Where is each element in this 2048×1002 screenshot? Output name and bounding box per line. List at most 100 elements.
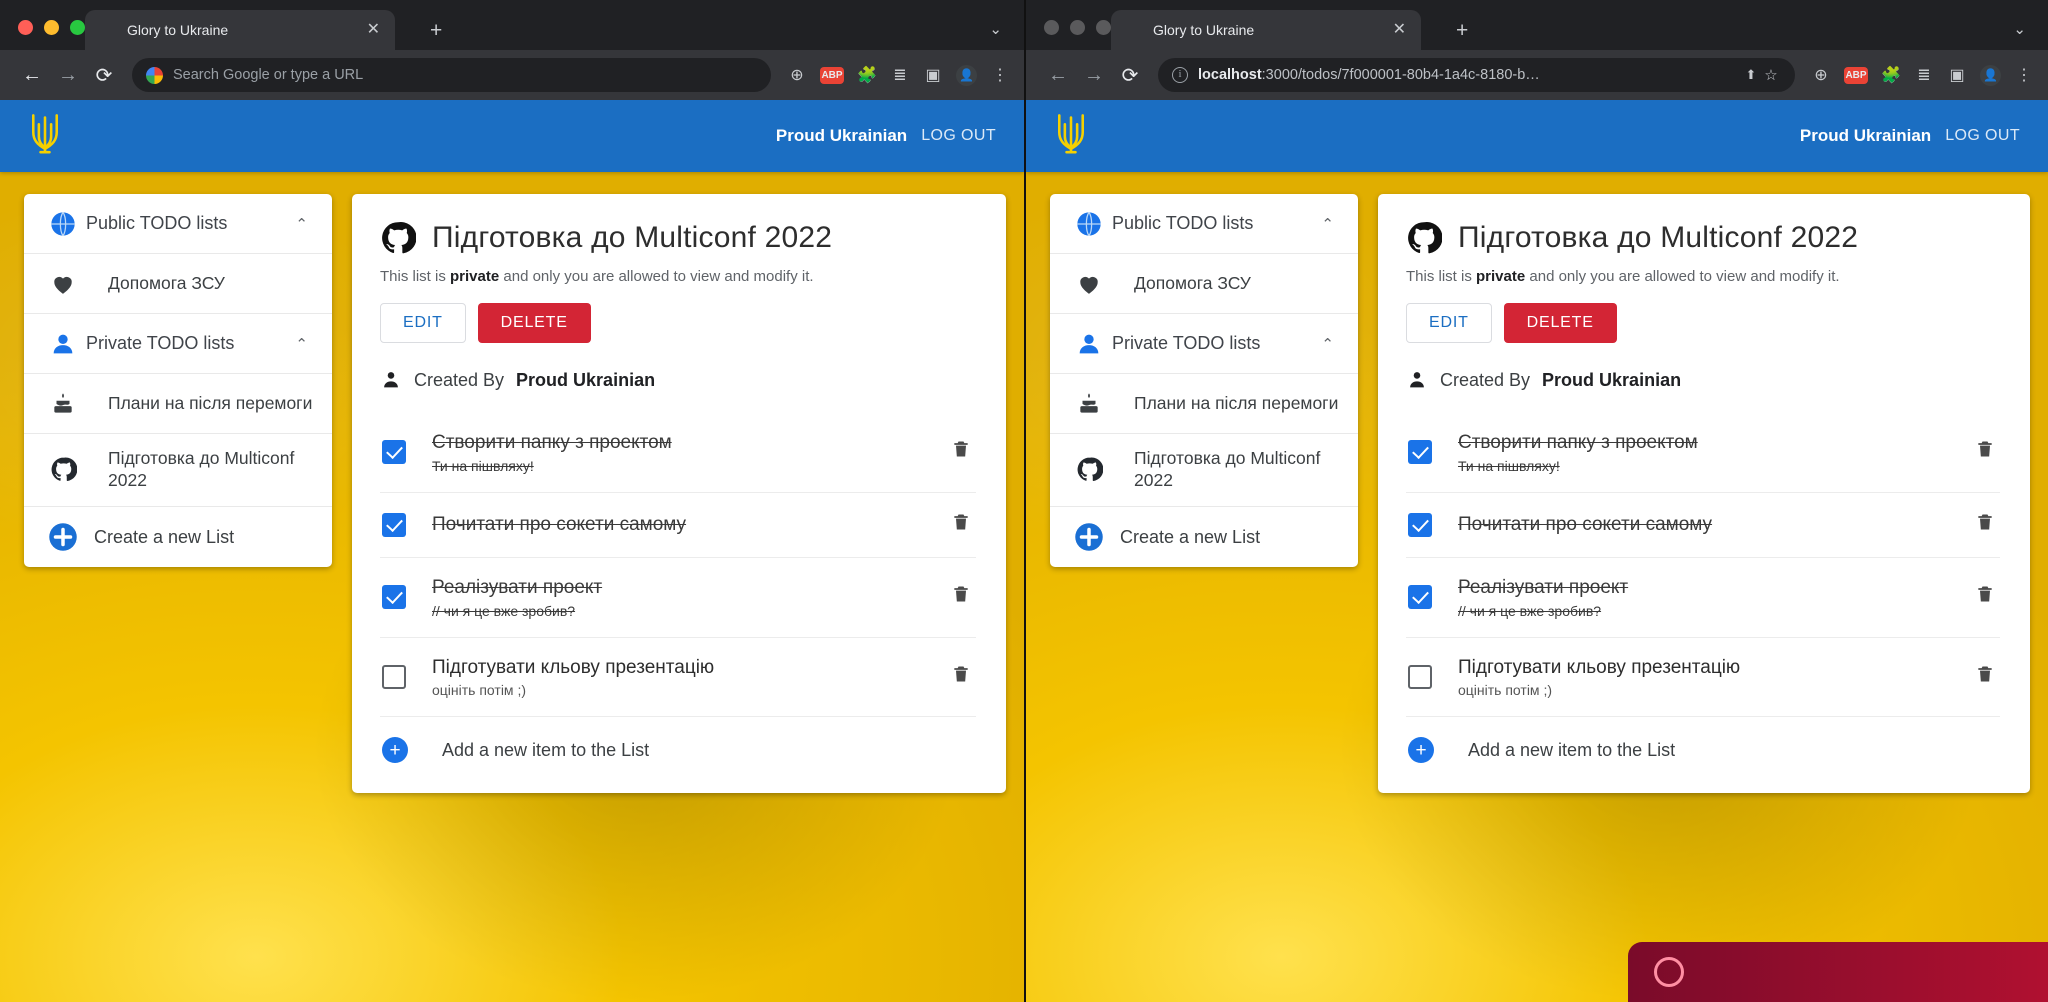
todo-item[interactable]: Створити папку з проектом Ти на пішвляху… — [1406, 413, 2000, 493]
adblock-icon[interactable]: ABP — [820, 66, 844, 84]
sidebar-item-pidhotovka-multiconf[interactable]: Підготовка до Multiconf 2022 — [24, 434, 332, 507]
todo-item[interactable]: Створити папку з проектом Ти на пішвляху… — [380, 413, 976, 493]
trash-icon[interactable] — [1972, 438, 1998, 466]
close-window-button[interactable] — [1044, 20, 1059, 35]
logout-button[interactable]: LOG OUT — [1945, 127, 2020, 145]
list-actions: EDIT DELETE — [1406, 303, 2000, 343]
site-info-icon[interactable]: i — [1172, 67, 1188, 83]
reload-button[interactable]: ⟳ — [86, 63, 122, 88]
chevron-up-icon[interactable]: ⌃ — [1313, 215, 1342, 233]
chevron-up-icon[interactable]: ⌃ — [287, 335, 316, 353]
address-bar[interactable]: Search Google or type a URL — [132, 58, 771, 92]
bookmark-star-icon[interactable]: ☆ — [1761, 66, 1781, 84]
logout-button[interactable]: LOG OUT — [921, 127, 996, 145]
todo-note: Ти на пішвляху! — [1458, 457, 1560, 474]
trash-icon[interactable] — [1972, 663, 1998, 691]
browser-tab[interactable]: Glory to Ukraine ✕ — [1111, 10, 1421, 50]
back-button[interactable]: ← — [1040, 64, 1076, 87]
new-tab-button[interactable]: + — [1456, 20, 1468, 41]
maximize-window-button[interactable] — [70, 20, 85, 35]
create-new-list-button[interactable]: Create a new List — [1050, 507, 1358, 567]
close-tab-button[interactable]: ✕ — [364, 22, 383, 38]
sidebar-item-dopomoha-zsu[interactable]: Допомога ЗСУ — [1050, 254, 1358, 314]
edit-button[interactable]: EDIT — [1406, 303, 1492, 343]
chevron-up-icon[interactable]: ⌃ — [287, 215, 316, 233]
side-panel-icon[interactable]: ▣ — [923, 65, 943, 85]
add-new-item-button[interactable]: + Add a new item to the List — [380, 717, 976, 767]
add-new-item-button[interactable]: + Add a new item to the List — [1406, 717, 2000, 767]
extensions-puzzle-icon[interactable]: 🧩 — [857, 65, 877, 85]
maximize-window-button[interactable] — [1096, 20, 1111, 35]
sidebar-item-public-lists[interactable]: Public TODO lists ⌃ — [24, 194, 332, 254]
trash-icon[interactable] — [1972, 511, 1998, 539]
globe-icon[interactable]: ⊕ — [787, 65, 807, 85]
profile-avatar-icon[interactable]: 👤 — [1980, 64, 2001, 86]
close-tab-button[interactable]: ✕ — [1390, 22, 1409, 38]
delete-button[interactable]: DELETE — [477, 303, 591, 343]
sidebar-item-private-lists[interactable]: Private TODO lists ⌃ — [24, 314, 332, 374]
url-path: :3000/todos/7f000001-80b4-1a4c-8180-b… — [1261, 67, 1540, 83]
window-controls-left[interactable] — [18, 20, 85, 35]
create-new-list-button[interactable]: Create a new List — [24, 507, 332, 567]
todo-text: Почитати про сокети самому — [1458, 513, 1713, 535]
minimize-window-button[interactable] — [1070, 20, 1085, 35]
back-button[interactable]: ← — [14, 64, 50, 87]
ukraine-flag-favicon — [1123, 23, 1143, 37]
side-panel-icon[interactable]: ▣ — [1947, 65, 1967, 85]
todo-checkbox[interactable] — [1408, 440, 1432, 465]
todo-note: Ти на пішвляху! — [432, 457, 534, 474]
sidebar-item-plany-na-pislia-peremohy[interactable]: Плани на після перемоги — [24, 374, 332, 434]
create-new-list-label: Create a new List — [1120, 526, 1261, 547]
created-by-row: Created By Proud Ukrainian — [380, 369, 976, 391]
todo-item[interactable]: Реалізувати проект // чи я це вже зробив… — [1406, 558, 2000, 638]
browser-menu-icon[interactable]: ⋮ — [990, 65, 1010, 85]
close-window-button[interactable] — [18, 20, 33, 35]
person-icon — [1066, 330, 1112, 358]
profile-avatar-icon[interactable]: 👤 — [956, 64, 977, 86]
sidebar-item-plany-na-pislia-peremohy[interactable]: Плани на після перемоги — [1050, 374, 1358, 434]
reading-list-icon[interactable]: ≣ — [1914, 65, 1934, 85]
extensions-puzzle-icon[interactable]: 🧩 — [1881, 65, 1901, 85]
todo-checkbox[interactable] — [382, 512, 406, 537]
chevron-up-icon[interactable]: ⌃ — [1313, 335, 1342, 353]
todo-item[interactable]: Почитати про сокети самому — [1406, 493, 2000, 558]
browser-tab[interactable]: Glory to Ukraine ✕ — [85, 10, 395, 50]
heart-icon — [1066, 271, 1112, 297]
notification-popup[interactable] — [1628, 942, 2048, 1002]
sidebar-item-public-lists[interactable]: Public TODO lists ⌃ — [1050, 194, 1358, 254]
sidebar-item-pidhotovka-multiconf[interactable]: Підготовка до Multiconf 2022 — [1050, 434, 1358, 507]
todo-checkbox[interactable] — [382, 585, 406, 610]
todo-item[interactable]: Підготувати кльову презентацію оцініть п… — [1406, 638, 2000, 718]
new-tab-button[interactable]: + — [430, 20, 442, 41]
trash-icon[interactable] — [1972, 583, 1998, 611]
trash-icon[interactable] — [948, 663, 974, 691]
trash-icon[interactable] — [948, 438, 974, 466]
todo-item[interactable]: Почитати про сокети самому — [380, 493, 976, 558]
forward-button[interactable]: → — [50, 64, 86, 87]
sidebar-item-private-lists[interactable]: Private TODO lists ⌃ — [1050, 314, 1358, 374]
todo-item[interactable]: Реалізувати проект // чи я це вже зробив… — [380, 558, 976, 638]
sidebar-item-dopomoha-zsu[interactable]: Допомога ЗСУ — [24, 254, 332, 314]
todo-checkbox[interactable] — [1408, 512, 1432, 537]
trash-icon[interactable] — [948, 583, 974, 611]
share-icon[interactable]: ⬆ — [1741, 67, 1761, 83]
chevron-down-icon[interactable]: ⌄ — [2013, 20, 2026, 38]
trash-icon[interactable] — [948, 511, 974, 539]
edit-button[interactable]: EDIT — [380, 303, 466, 343]
minimize-window-button[interactable] — [44, 20, 59, 35]
adblock-icon[interactable]: ABP — [1844, 66, 1868, 84]
browser-menu-icon[interactable]: ⋮ — [2014, 65, 2034, 85]
delete-button[interactable]: DELETE — [1503, 303, 1617, 343]
reload-button[interactable]: ⟳ — [1112, 63, 1148, 88]
globe-icon[interactable]: ⊕ — [1811, 65, 1831, 85]
forward-button[interactable]: → — [1076, 64, 1112, 87]
todo-checkbox[interactable] — [382, 440, 406, 465]
todo-checkbox[interactable] — [1408, 664, 1432, 689]
todo-checkbox[interactable] — [1408, 585, 1432, 610]
chevron-down-icon[interactable]: ⌄ — [989, 20, 1002, 38]
reading-list-icon[interactable]: ≣ — [890, 65, 910, 85]
todo-checkbox[interactable] — [382, 664, 406, 689]
window-controls-right[interactable] — [1044, 20, 1111, 35]
address-bar[interactable]: i localhost:3000/todos/7f000001-80b4-1a4… — [1158, 58, 1795, 92]
todo-item[interactable]: Підготувати кльову презентацію оцініть п… — [380, 638, 976, 718]
